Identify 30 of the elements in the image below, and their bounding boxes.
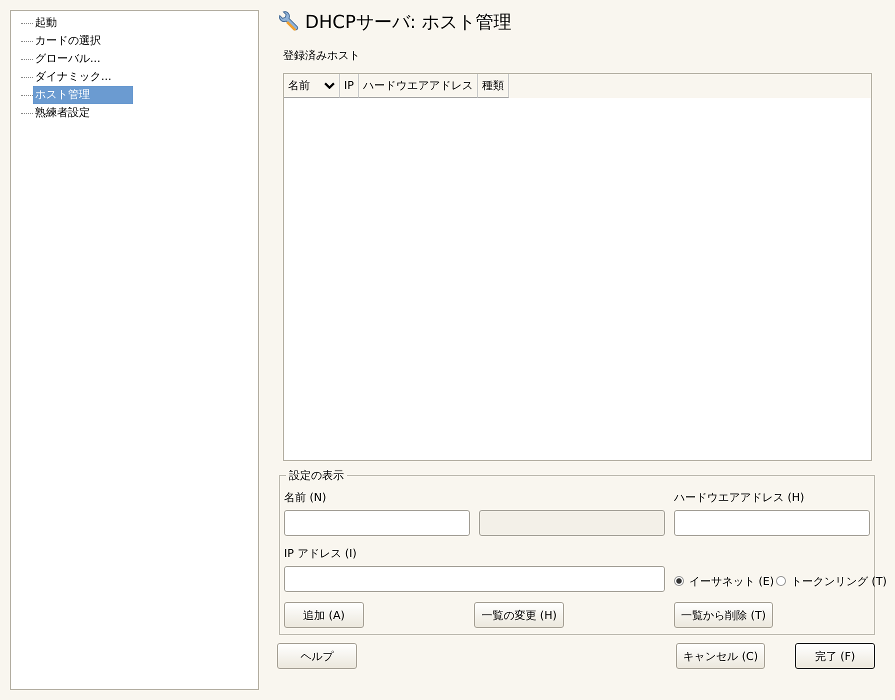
radio-label: イーサネット (E) xyxy=(689,574,774,588)
field-label: 名前 (N) xyxy=(284,490,328,504)
action-button[interactable]: 追加 (A) xyxy=(284,602,364,628)
section-label: 登録済みホスト xyxy=(283,48,361,63)
chevron-down-icon xyxy=(324,82,335,89)
ip-address-field[interactable] xyxy=(284,566,665,592)
page-title: DHCPサーバ: ホスト管理 xyxy=(305,11,512,34)
tree-item[interactable]: カードの選択 xyxy=(33,32,133,50)
action-button[interactable]: 一覧から削除 (T) xyxy=(674,602,773,628)
dialog-button[interactable]: 完了 (F) xyxy=(795,643,875,669)
column-header[interactable]: IP xyxy=(340,74,359,98)
dialog-button[interactable]: キャンセル (C) xyxy=(676,643,765,669)
field-label: IP アドレス (I) xyxy=(284,546,358,560)
action-button[interactable]: 一覧の変更 (H) xyxy=(474,602,564,628)
name-field[interactable] xyxy=(284,510,470,536)
group-title: 設定の表示 xyxy=(286,468,347,483)
radio-button[interactable] xyxy=(776,576,786,586)
tree-item[interactable]: グローバル... xyxy=(33,50,133,68)
field-label: ハードウエアアドレス (H) xyxy=(674,490,806,504)
dialog-button[interactable]: ヘルプ xyxy=(277,643,357,669)
tree-item[interactable]: 起動 xyxy=(33,14,133,32)
hardware-address-field[interactable] xyxy=(674,510,870,536)
column-header[interactable]: 名前 xyxy=(284,74,340,98)
radio-button[interactable] xyxy=(674,576,684,586)
wrench-icon xyxy=(277,11,299,33)
column-header[interactable]: ハードウエアアドレス xyxy=(358,74,478,98)
tree-item[interactable]: ダイナミック... xyxy=(33,68,133,86)
column-header[interactable]: 種類 xyxy=(478,74,509,98)
radio-label: トークンリング (T) xyxy=(791,574,887,588)
tree-item[interactable]: 熟練者設定 xyxy=(33,104,133,122)
